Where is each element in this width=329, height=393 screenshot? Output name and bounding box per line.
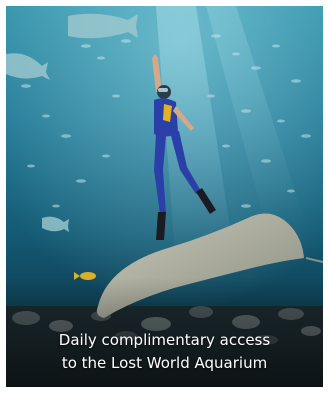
caption-line-1: Daily complimentary access [58,331,271,349]
promo-caption: Daily complimentary access to the Lost W… [6,329,323,375]
promo-card[interactable]: Daily complimentary access to the Lost W… [6,6,323,387]
caption-line-2: to the Lost World Aquarium [61,354,268,372]
